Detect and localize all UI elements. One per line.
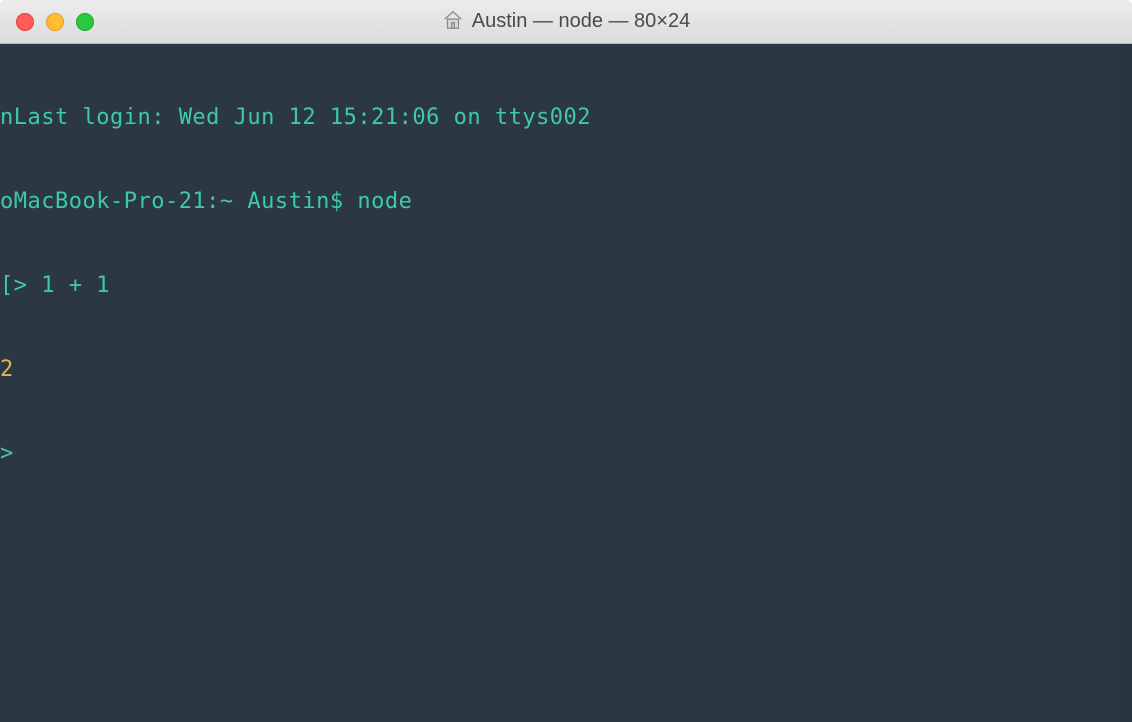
window-title-text: Austin — node — 80×24: [472, 10, 690, 33]
window-title: Austin — node — 80×24: [0, 9, 1132, 35]
repl-prompt: >: [14, 273, 42, 298]
home-icon: [442, 9, 464, 35]
titlebar[interactable]: Austin — node — 80×24: [0, 0, 1132, 44]
scrollbar[interactable]: [1120, 44, 1132, 722]
repl-prompt: >: [0, 441, 28, 466]
minimize-button[interactable]: [46, 13, 64, 31]
line-prefix: n: [0, 105, 14, 130]
terminal-content[interactable]: nLast login: Wed Jun 12 15:21:06 on ttys…: [0, 44, 1132, 524]
shell-prompt: MacBook-Pro-21:~ Austin$: [14, 189, 358, 214]
last-login-text: Last login: Wed Jun 12 15:21:06 on ttys0…: [14, 105, 591, 130]
line-prefix: o: [0, 189, 14, 214]
line-prefix: [: [0, 273, 14, 298]
traffic-lights: [0, 13, 94, 31]
zoom-button[interactable]: [76, 13, 94, 31]
command-text: node: [357, 189, 412, 214]
repl-input: 1 + 1: [41, 273, 110, 298]
terminal-area[interactable]: nLast login: Wed Jun 12 15:21:06 on ttys…: [0, 44, 1132, 722]
close-button[interactable]: [16, 13, 34, 31]
terminal-window: Austin — node — 80×24 nLast login: Wed J…: [0, 0, 1132, 722]
repl-output: 2: [0, 357, 14, 382]
